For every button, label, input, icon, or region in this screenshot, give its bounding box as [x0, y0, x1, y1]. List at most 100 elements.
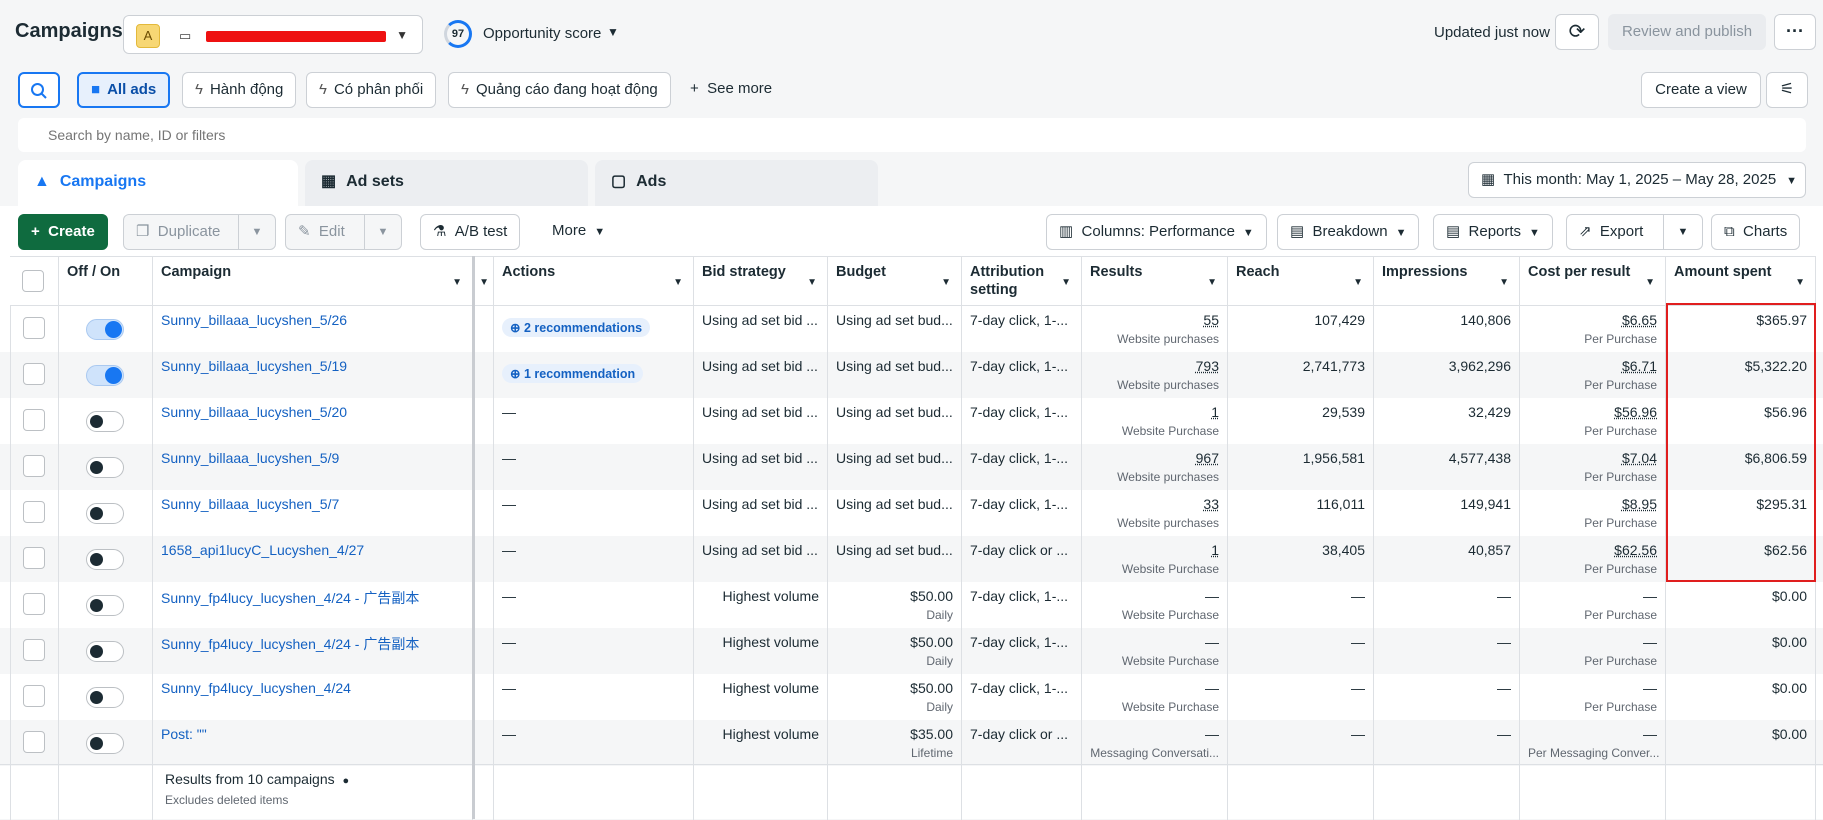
campaign-toggle[interactable]	[86, 733, 124, 754]
export-button[interactable]: ⇗ Export	[1566, 214, 1672, 250]
duplicate-dropdown[interactable]: ▼	[238, 214, 276, 250]
col-results[interactable]: Results ▼	[1082, 256, 1228, 306]
table-row[interactable]: Sunny_billaaa_lucyshen_5/9 — Using ad set …	[0, 444, 1823, 490]
sort-icon[interactable]: ▼	[1207, 274, 1217, 292]
see-more-button[interactable]: + See more	[690, 80, 772, 97]
row-checkbox[interactable]	[23, 363, 45, 385]
row-checkbox[interactable]	[23, 455, 45, 477]
sort-icon[interactable]: ▼	[1645, 274, 1655, 292]
campaign-toggle[interactable]	[86, 595, 124, 616]
search-input[interactable]	[18, 118, 1806, 152]
view-settings-button[interactable]: ⚟	[1766, 72, 1808, 108]
table-row[interactable]: Post: "" — Highest volume $35.00 Lifetime 7-d…	[0, 720, 1823, 766]
campaign-toggle[interactable]	[86, 641, 124, 662]
col-budget[interactable]: Budget ▼	[828, 256, 962, 306]
review-and-publish-button[interactable]: Review and publish	[1608, 14, 1766, 50]
col-reach[interactable]: Reach ▼	[1228, 256, 1374, 306]
table-row[interactable]: Sunny_fp4lucy_lucyshen_4/24 — Highest volu…	[0, 674, 1823, 720]
ab-test-button[interactable]: ⚗ A/B test	[420, 214, 521, 250]
sort-icon[interactable]: ▼	[1353, 274, 1363, 292]
filter-all-ads[interactable]: ■ All ads	[77, 72, 171, 108]
col-impressions[interactable]: Impressions ▼	[1374, 256, 1520, 306]
campaign-name-link[interactable]: 1658_api1lucyC_Lucyshen_4/27	[161, 542, 364, 558]
campaign-toggle[interactable]	[86, 411, 124, 432]
filter-co-phan-phoi[interactable]: ϟ Có phân phối	[306, 72, 437, 108]
campaign-toggle[interactable]	[86, 503, 124, 524]
campaign-name-link[interactable]: Sunny_billaaa_lucyshen_5/19	[161, 358, 347, 374]
table-row[interactable]: Sunny_billaaa_lucyshen_5/20 — Using ad set…	[0, 398, 1823, 444]
row-checkbox[interactable]	[23, 547, 45, 569]
reports-button[interactable]: ▤ Reports ▼	[1433, 214, 1553, 250]
create-view-button[interactable]: Create a view	[1641, 72, 1761, 108]
campaign-toggle[interactable]	[86, 319, 124, 340]
export-dropdown[interactable]: ▼	[1663, 214, 1703, 250]
create-button[interactable]: + Create	[18, 214, 108, 250]
columns-button[interactable]: ▥ Columns: Performance ▼	[1046, 214, 1267, 250]
sort-icon[interactable]: ▼	[1061, 274, 1071, 292]
sort-icon[interactable]: ▼	[807, 274, 817, 292]
campaign-toggle[interactable]	[86, 687, 124, 708]
campaign-name-link[interactable]: Sunny_billaaa_lucyshen_5/7	[161, 496, 339, 512]
campaign-name-link[interactable]: Post: ""	[161, 726, 207, 742]
row-checkbox[interactable]	[23, 731, 45, 753]
opportunity-score-label[interactable]: Opportunity score	[483, 25, 601, 42]
table-row[interactable]: Sunny_billaaa_lucyshen_5/26 ⊕ 2 recommend…	[0, 306, 1823, 352]
table-row[interactable]: Sunny_fp4lucy_lucyshen_4/24 - 广告副本 — Highe…	[0, 582, 1823, 628]
duplicate-button[interactable]: ❐ Duplicate	[123, 214, 239, 250]
sort-icon[interactable]: ▼	[941, 274, 951, 292]
campaign-name-link[interactable]: Sunny_billaaa_lucyshen_5/20	[161, 404, 347, 420]
recommendations-chip[interactable]: ⊕ 1 recommendation	[502, 364, 644, 383]
col-off-on[interactable]: Off / On	[59, 256, 153, 306]
sort-icon[interactable]: ▼	[1795, 274, 1805, 292]
row-checkbox[interactable]	[23, 501, 45, 523]
col-campaign[interactable]: Campaign ▼	[153, 256, 473, 306]
recommendations-chip[interactable]: ⊕ 2 recommendations	[502, 318, 651, 337]
sort-icon[interactable]: ▼	[479, 274, 489, 292]
campaign-toggle[interactable]	[86, 457, 124, 478]
col-cost-per-result[interactable]: Cost per result ▼	[1520, 256, 1666, 306]
row-checkbox[interactable]	[23, 685, 45, 707]
more-options-button[interactable]: ···	[1774, 14, 1816, 50]
select-all-checkbox[interactable]	[22, 270, 44, 292]
filter-hanh-dong[interactable]: ϟ Hành động	[182, 72, 297, 108]
row-checkbox[interactable]	[23, 639, 45, 661]
edit-dropdown[interactable]: ▼	[364, 214, 402, 250]
charts-button[interactable]: ⧉ Charts	[1711, 214, 1801, 250]
campaign-name-link[interactable]: Sunny_fp4lucy_lucyshen_4/24 - 广告副本	[161, 636, 419, 652]
table-row[interactable]: Sunny_fp4lucy_lucyshen_4/24 - 广告副本 — Highe…	[0, 628, 1823, 674]
table-row[interactable]: Sunny_billaaa_lucyshen_5/19 ⊕ 1 recommend…	[0, 352, 1823, 398]
campaign-name-link[interactable]: Sunny_fp4lucy_lucyshen_4/24	[161, 680, 351, 696]
campaign-name-link[interactable]: Sunny_billaaa_lucyshen_5/9	[161, 450, 339, 466]
filter-quang-cao-dang-hoat-dong[interactable]: ϟ Quảng cáo đang hoạt động	[448, 72, 671, 108]
info-icon[interactable]: ●	[343, 775, 350, 787]
row-checkbox[interactable]	[23, 409, 45, 431]
tab-campaigns[interactable]: ▲ Campaigns	[18, 160, 298, 206]
sort-icon[interactable]: ▼	[673, 274, 683, 292]
opportunity-score-ring[interactable]: 97	[444, 20, 472, 48]
edit-button[interactable]: ✎ Edit	[285, 214, 365, 250]
row-checkbox[interactable]	[23, 593, 45, 615]
campaign-toggle[interactable]	[86, 365, 124, 386]
more-button[interactable]: More ▼	[540, 214, 618, 250]
account-selector[interactable]: A ▭ ▼	[123, 15, 423, 54]
col-attribution[interactable]: Attribution setting ▼	[962, 256, 1082, 306]
col-actions[interactable]: Actions ▼	[494, 256, 694, 306]
campaign-name-link[interactable]: Sunny_billaaa_lucyshen_5/26	[161, 312, 347, 328]
breakdown-button[interactable]: ▤ Breakdown ▼	[1277, 214, 1420, 250]
search-button[interactable]	[18, 72, 60, 108]
chevron-down-icon[interactable]: ▼	[607, 25, 619, 39]
col-bid-strategy[interactable]: Bid strategy ▼	[694, 256, 828, 306]
table-row[interactable]: Sunny_billaaa_lucyshen_5/7 — Using ad set …	[0, 490, 1823, 536]
table-row[interactable]: 1658_api1lucyC_Lucyshen_4/27 — Using ad se…	[0, 536, 1823, 582]
sort-icon[interactable]: ▼	[1499, 274, 1509, 292]
campaign-toggle[interactable]	[86, 549, 124, 570]
tab-ads[interactable]: ▢ Ads	[595, 160, 878, 206]
tab-ad-sets[interactable]: ▦ Ad sets	[305, 160, 588, 206]
sort-icon[interactable]: ▼	[452, 274, 462, 292]
row-checkbox[interactable]	[23, 317, 45, 339]
date-range-picker[interactable]: ▦ This month: May 1, 2025 – May 28, 2025…	[1468, 162, 1806, 198]
campaign-name-link[interactable]: Sunny_fp4lucy_lucyshen_4/24 - 广告副本	[161, 590, 419, 606]
col-collapsed[interactable]: ▼	[475, 256, 494, 306]
col-amount-spent[interactable]: Amount spent ▼	[1666, 256, 1816, 306]
refresh-button[interactable]: ⟳	[1555, 14, 1599, 50]
